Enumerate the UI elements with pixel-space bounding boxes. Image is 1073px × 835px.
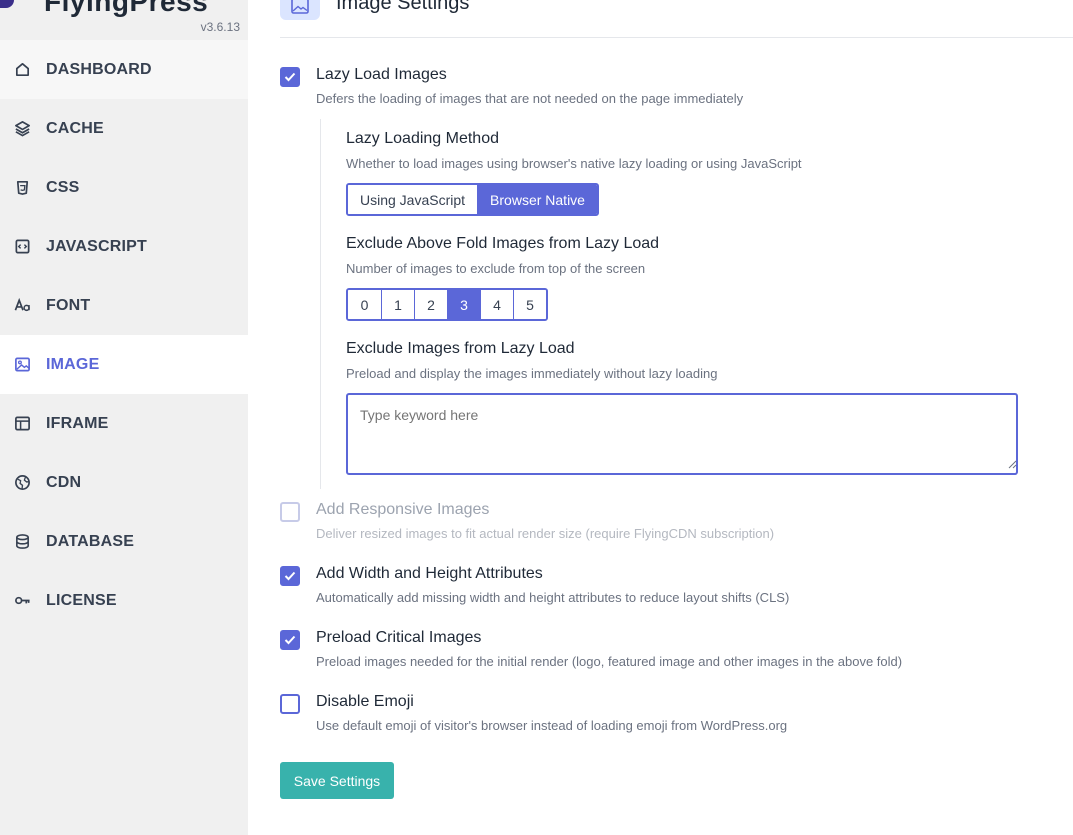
sidebar-item-label: IFRAME <box>46 414 109 432</box>
above-fold-desc: Number of images to exclude from top of … <box>346 261 646 276</box>
iframe-icon <box>13 415 31 433</box>
page-title: Image Settings <box>336 0 470 14</box>
sidebar-item-cache[interactable]: CACHE <box>0 99 248 158</box>
home-icon <box>13 61 31 79</box>
responsive-images-title: Add Responsive Images <box>316 501 490 518</box>
version-label: v3.6.13 <box>200 20 240 34</box>
above-fold-option-1[interactable]: 1 <box>381 290 414 319</box>
javascript-icon <box>13 238 31 256</box>
sidebar-item-css[interactable]: CSS <box>0 158 248 217</box>
sidebar-item-javascript[interactable]: JAVASCRIPT <box>0 217 248 276</box>
above-fold-option-4[interactable]: 4 <box>480 290 513 319</box>
sidebar-item-label: CSS <box>46 178 80 196</box>
lazy-load-title: Lazy Load Images <box>316 66 447 83</box>
preload-desc: Preload images needed for the initial re… <box>316 654 903 669</box>
sidebar-item-label: DASHBOARD <box>46 60 152 78</box>
emoji-checkbox[interactable] <box>280 694 300 714</box>
globe-icon <box>13 474 31 492</box>
above-fold-title: Exclude Above Fold Images from Lazy Load <box>346 235 660 252</box>
sidebar-item-license[interactable]: LICENSE <box>0 571 248 630</box>
brand-logo: FlyingPress <box>44 0 209 17</box>
sidebar-item-database[interactable]: DATABASE <box>0 512 248 571</box>
image-icon <box>280 0 320 20</box>
lazy-method-selector: Using JavaScript Browser Native <box>346 183 599 216</box>
above-fold-option-3[interactable]: 3 <box>447 290 480 319</box>
above-fold-option-5[interactable]: 5 <box>513 290 546 319</box>
above-fold-option-0[interactable]: 0 <box>348 290 381 319</box>
preload-checkbox[interactable] <box>280 630 300 650</box>
database-icon <box>13 533 31 551</box>
sidebar-item-label: FONT <box>46 296 91 314</box>
save-settings-button[interactable]: Save Settings <box>280 762 394 799</box>
check-icon <box>284 571 296 581</box>
sidebar-item-cdn[interactable]: CDN <box>0 453 248 512</box>
layers-icon <box>13 120 31 138</box>
emoji-desc: Use default emoji of visitor's browser i… <box>316 718 788 733</box>
sidebar-nav: DASHBOARD CACHE CSS JAVASCRIPT FONT IMAG… <box>0 40 248 630</box>
exclude-images-title: Exclude Images from Lazy Load <box>346 340 575 357</box>
emoji-title: Disable Emoji <box>316 693 414 710</box>
preload-title: Preload Critical Images <box>316 629 482 646</box>
brand-logo-mark <box>0 0 14 8</box>
method-javascript-button[interactable]: Using JavaScript <box>348 185 478 214</box>
sidebar-item-label: DATABASE <box>46 532 135 550</box>
dimensions-desc: Automatically add missing width and heig… <box>316 590 790 605</box>
above-fold-option-2[interactable]: 2 <box>414 290 447 319</box>
dimensions-title: Add Width and Height Attributes <box>316 565 543 582</box>
sidebar-item-label: CACHE <box>46 119 104 137</box>
sidebar-item-label: JAVASCRIPT <box>46 237 147 255</box>
sidebar-item-label: LICENSE <box>46 591 117 609</box>
sidebar-item-font[interactable]: FONT <box>0 276 248 335</box>
lazy-load-suboptions: Lazy Loading Method Whether to load imag… <box>320 119 1040 489</box>
image-icon <box>13 356 31 374</box>
sidebar-item-dashboard[interactable]: DASHBOARD <box>0 40 248 99</box>
above-fold-selector: 0 1 2 3 4 5 <box>346 288 548 321</box>
exclude-keywords-input[interactable] <box>346 393 1018 475</box>
exclude-images-desc: Preload and display the images immediate… <box>346 366 718 381</box>
key-icon <box>13 592 31 610</box>
sidebar: FlyingPress v3.6.13 DASHBOARD CACHE CSS <box>0 0 248 835</box>
sidebar-item-iframe[interactable]: IFRAME <box>0 394 248 453</box>
check-icon <box>284 72 296 82</box>
responsive-images-desc: Deliver resized images to fit actual ren… <box>316 526 775 541</box>
main-content: Image Settings Lazy Load Images Defers t… <box>248 0 1073 835</box>
lazy-method-desc: Whether to load images using browser's n… <box>346 156 802 171</box>
method-native-button[interactable]: Browser Native <box>477 185 597 214</box>
lazy-load-checkbox[interactable] <box>280 67 300 87</box>
lazy-method-title: Lazy Loading Method <box>346 130 499 147</box>
css-icon <box>13 179 31 197</box>
dimensions-checkbox[interactable] <box>280 566 300 586</box>
sidebar-item-label: CDN <box>46 473 82 491</box>
page-header: Image Settings <box>280 0 1073 38</box>
font-icon <box>13 297 31 315</box>
sidebar-item-label: IMAGE <box>46 355 100 373</box>
sidebar-item-image[interactable]: IMAGE <box>0 335 248 394</box>
resize-handle-icon[interactable] <box>1007 459 1017 469</box>
responsive-images-checkbox[interactable] <box>280 502 300 522</box>
lazy-load-desc: Defers the loading of images that are no… <box>316 91 744 106</box>
check-icon <box>284 635 296 645</box>
brand: FlyingPress v3.6.13 <box>0 0 248 40</box>
